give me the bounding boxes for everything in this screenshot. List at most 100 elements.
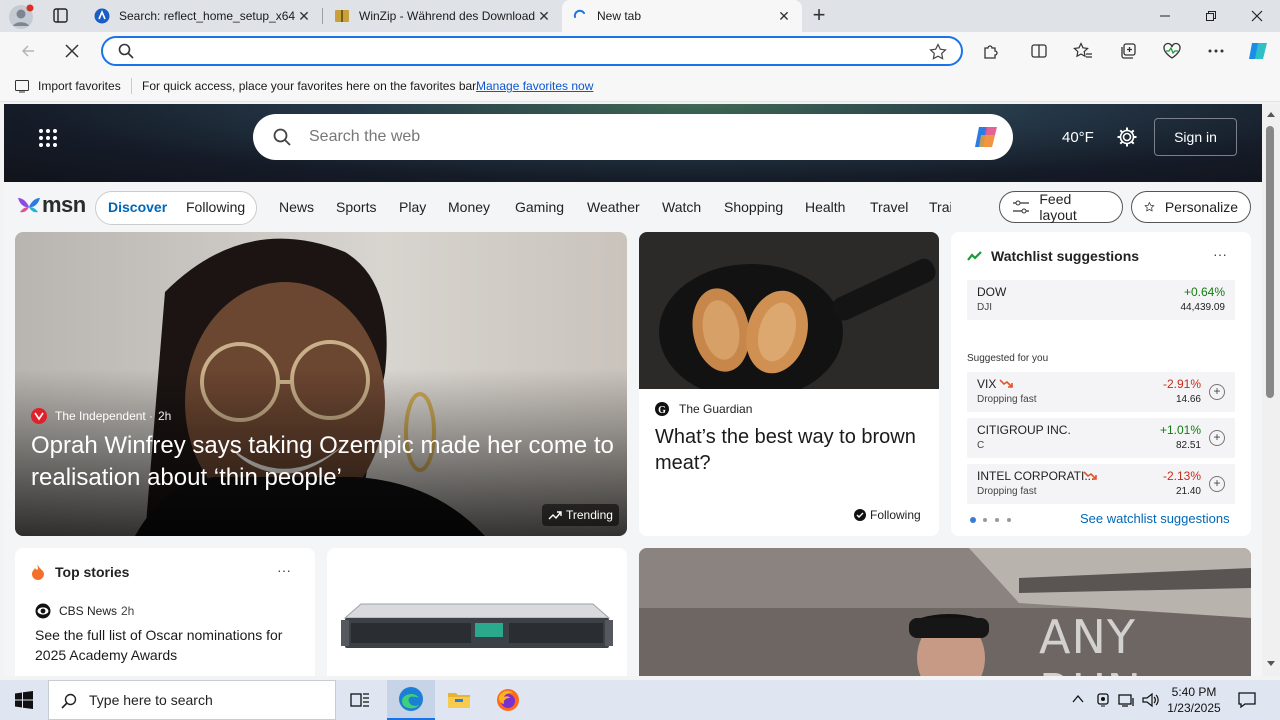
settings-gear-icon[interactable] [1116, 126, 1138, 148]
manage-favorites-link[interactable]: Manage favorites now [476, 79, 593, 93]
network-icon[interactable] [1118, 692, 1136, 708]
notifications-icon[interactable] [1238, 691, 1256, 709]
hero-headline[interactable]: Oprah Winfrey says taking Ozempic made h… [31, 430, 621, 494]
scroll-up-arrow-icon[interactable] [1266, 110, 1276, 118]
top-stories-more-button[interactable]: ··· [277, 562, 291, 578]
close-tab-icon[interactable]: ✕ [296, 8, 312, 24]
favorite-star-icon[interactable] [929, 43, 947, 61]
add-to-watchlist-button[interactable]: + [1209, 430, 1225, 446]
new-tab-button[interactable]: + [806, 3, 832, 29]
watchlist-more-button[interactable]: ··· [1213, 246, 1227, 262]
start-button[interactable] [0, 680, 48, 720]
windows-logo-icon [15, 691, 33, 709]
back-button[interactable] [13, 36, 43, 66]
watchlist-row-intel[interactable]: INTEL CORPORATI... Dropping fast -2.13% … [967, 464, 1235, 504]
tab-actions-button[interactable] [48, 6, 72, 26]
guardian-headline[interactable]: What’s the best way to brown meat? [655, 424, 925, 476]
search-icon [61, 693, 77, 709]
copilot-icon [1249, 43, 1267, 59]
feed-layout-button[interactable]: Feed layout [999, 191, 1123, 223]
copilot-icon[interactable] [973, 123, 1001, 151]
tab-discover[interactable]: Discover [108, 199, 167, 215]
close-window-button[interactable] [1234, 0, 1280, 32]
favorites-hint: For quick access, place your favorites h… [142, 79, 479, 93]
taskbar-edge-button[interactable] [387, 680, 435, 720]
restore-button[interactable] [1188, 0, 1234, 32]
split-screen-button[interactable] [1024, 36, 1054, 66]
close-tab-icon[interactable]: ✕ [776, 8, 792, 24]
address-input[interactable] [143, 41, 903, 61]
taskbar-firefox-button[interactable] [484, 680, 532, 720]
profile-avatar[interactable] [8, 4, 34, 30]
tab-winzip[interactable]: WinZip - Während des Download ✕ [324, 0, 562, 32]
import-favorites-icon [15, 80, 29, 93]
close-tab-icon[interactable]: ✕ [536, 8, 552, 24]
settings-menu-button[interactable] [1201, 36, 1231, 66]
stop-loading-button[interactable] [57, 36, 87, 66]
tab-following[interactable]: Following [186, 199, 245, 215]
scroll-down-arrow-icon[interactable] [1266, 660, 1276, 668]
task-view-button[interactable] [336, 680, 384, 720]
sliders-icon [1013, 200, 1029, 214]
browser-essentials-button[interactable] [1157, 36, 1187, 66]
independent-logo-icon [31, 408, 47, 424]
carousel-dots[interactable] [969, 516, 1015, 524]
taskbar-search-box[interactable]: Type here to search [48, 680, 336, 720]
nav-play[interactable]: Play [399, 199, 426, 215]
hero-story-card[interactable]: The Independent · 2h Oprah Winfrey says … [15, 232, 627, 536]
apps-grid-icon[interactable] [38, 128, 58, 148]
volume-icon[interactable] [1142, 692, 1160, 708]
scrollbar-thumb[interactable] [1266, 126, 1274, 398]
tab-new-tab[interactable]: New tab ✕ [562, 0, 802, 32]
guardian-story-card[interactable]: G The Guardian What’s the best way to br… [639, 232, 939, 536]
personalize-label: Personalize [1164, 199, 1238, 215]
cbs-eye-icon [35, 603, 51, 619]
taskbar-clock[interactable]: 5:40 PM 1/23/2025 [1164, 684, 1224, 716]
feature-story-card[interactable]: ANY RUN [639, 548, 1251, 676]
see-watchlist-link[interactable]: See watchlist suggestions [1080, 511, 1230, 526]
top-story-headline[interactable]: See the full list of Oscar nominations f… [35, 625, 303, 665]
nav-weather[interactable]: Weather [587, 199, 640, 215]
nav-health[interactable]: Health [805, 199, 845, 215]
close-icon [1251, 10, 1263, 22]
nav-more-cut[interactable]: Trai [929, 199, 951, 215]
minimize-icon [1160, 15, 1170, 17]
collections-button[interactable] [1113, 36, 1143, 66]
puzzle-icon [984, 45, 998, 59]
tray-chevron-icon[interactable] [1072, 694, 1084, 704]
page-scrollbar[interactable] [1262, 104, 1280, 676]
following-badge: Following [854, 508, 921, 522]
nav-gaming[interactable]: Gaming [515, 199, 564, 215]
taskbar-explorer-button[interactable] [435, 680, 483, 720]
msn-logo-text[interactable]: msn [42, 192, 86, 218]
stock-symbol: DOW [977, 285, 1007, 299]
nav-money[interactable]: Money [448, 199, 490, 215]
add-to-watchlist-button[interactable]: + [1209, 476, 1225, 492]
tray-device-icon[interactable] [1096, 692, 1110, 708]
copilot-button[interactable] [1243, 36, 1273, 66]
guardian-logo-icon: G [655, 402, 669, 416]
server-ad-card[interactable] [327, 548, 627, 676]
nav-watch[interactable]: Watch [662, 199, 701, 215]
sign-in-button[interactable]: Sign in [1154, 118, 1237, 156]
watchlist-row-dow[interactable]: DOW DJI +0.64% 44,439.09 [967, 280, 1235, 320]
search-site-icon [94, 8, 110, 24]
add-to-watchlist-button[interactable]: + [1209, 384, 1225, 400]
web-search-box[interactable]: Search the web n [253, 114, 1013, 160]
address-bar[interactable] [101, 36, 963, 66]
nav-travel[interactable]: Travel [870, 199, 908, 215]
nav-shopping[interactable]: Shopping [724, 199, 783, 215]
nav-news[interactable]: News [279, 199, 314, 215]
favorites-button[interactable] [1068, 36, 1098, 66]
tab-search[interactable]: Search: reflect_home_setup_x64 ✕ [84, 0, 322, 32]
watchlist-row-citigroup[interactable]: CITIGROUP INC. C +1.01% 82.51 [967, 418, 1235, 458]
nav-sports[interactable]: Sports [336, 199, 376, 215]
extensions-button[interactable] [976, 36, 1006, 66]
import-favorites-link[interactable]: Import favorites [38, 79, 121, 93]
stock-symbol: CITIGROUP INC. [977, 423, 1071, 437]
temperature[interactable]: 40°F [1062, 129, 1094, 146]
watchlist-row-vix[interactable]: VIX Dropping fast -2.91% 14.66 [967, 372, 1235, 412]
personalize-button[interactable]: Personalize [1131, 191, 1251, 223]
stock-sub: C [977, 440, 985, 451]
minimize-button[interactable] [1142, 0, 1188, 32]
